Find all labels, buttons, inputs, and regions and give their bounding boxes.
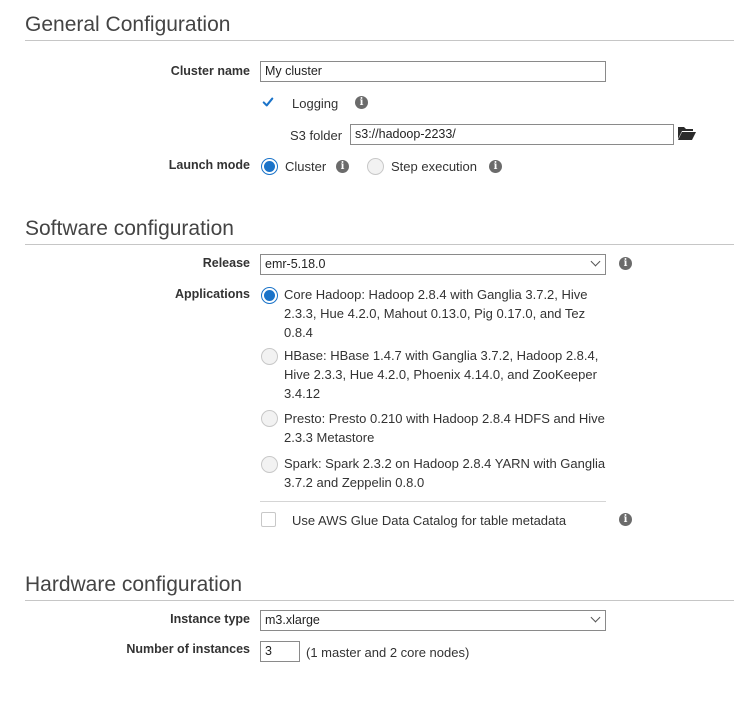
cluster-name-label: Cluster name xyxy=(170,64,250,78)
software-config-title: Software configuration xyxy=(25,217,234,240)
info-icon[interactable]: i xyxy=(489,160,502,173)
applications-divider xyxy=(260,501,606,502)
release-select-value: emr-5.18.0 xyxy=(265,257,326,271)
chevron-down-icon xyxy=(590,256,601,267)
launch-mode-cluster-radio[interactable] xyxy=(261,158,278,175)
application-radio-presto[interactable] xyxy=(261,410,278,427)
folder-open-icon[interactable] xyxy=(677,125,697,141)
instance-type-select[interactable]: m3.xlarge xyxy=(260,610,606,631)
hardware-config-title: Hardware configuration xyxy=(25,573,243,596)
chevron-down-icon xyxy=(590,612,601,623)
release-label: Release xyxy=(202,256,250,270)
application-option-spark: Spark: Spark 2.3.2 on Hadoop 2.8.4 YARN … xyxy=(284,456,606,490)
logging-label: Logging xyxy=(292,96,339,111)
num-instances-note: (1 master and 2 core nodes) xyxy=(306,645,470,660)
release-select[interactable]: emr-5.18.0 xyxy=(260,254,606,275)
info-icon[interactable]: i xyxy=(619,513,632,526)
launch-mode-cluster-label: Cluster xyxy=(285,159,327,174)
instance-type-label: Instance type xyxy=(170,612,250,626)
info-icon[interactable]: i xyxy=(336,160,349,173)
launch-mode-step-label: Step execution xyxy=(391,159,478,174)
info-icon[interactable]: i xyxy=(619,257,632,270)
info-icon[interactable]: i xyxy=(355,96,368,109)
applications-label: Applications xyxy=(174,287,250,301)
num-instances-label: Number of instances xyxy=(126,642,250,656)
glue-catalog-label: Use AWS Glue Data Catalog for table meta… xyxy=(292,513,567,528)
application-option-hbase: HBase: HBase 1.4.7 with Ganglia 3.7.2, H… xyxy=(284,348,599,401)
general-config-divider xyxy=(25,40,734,41)
application-option-core-hadoop: Core Hadoop: Hadoop 2.8.4 with Ganglia 3… xyxy=(284,287,588,340)
hardware-config-divider xyxy=(25,600,734,601)
s3-folder-input[interactable]: s3://hadoop-2233/ xyxy=(350,124,674,145)
application-radio-core-hadoop[interactable] xyxy=(261,287,278,304)
general-config-title: General Configuration xyxy=(25,13,231,36)
software-config-divider xyxy=(25,244,734,245)
logging-checkbox[interactable] xyxy=(261,95,277,111)
launch-mode-label: Launch mode xyxy=(168,158,250,172)
glue-catalog-checkbox[interactable] xyxy=(261,512,276,527)
checkmark-icon xyxy=(262,97,274,107)
application-radio-spark[interactable] xyxy=(261,456,278,473)
cluster-name-input[interactable]: My cluster xyxy=(260,61,606,82)
application-option-presto: Presto: Presto 0.210 with Hadoop 2.8.4 H… xyxy=(284,411,605,445)
s3-folder-label: S3 folder xyxy=(290,128,343,143)
num-instances-input[interactable]: 3 xyxy=(260,641,300,662)
instance-type-select-value: m3.xlarge xyxy=(265,613,320,627)
application-radio-hbase[interactable] xyxy=(261,348,278,365)
launch-mode-step-radio[interactable] xyxy=(367,158,384,175)
